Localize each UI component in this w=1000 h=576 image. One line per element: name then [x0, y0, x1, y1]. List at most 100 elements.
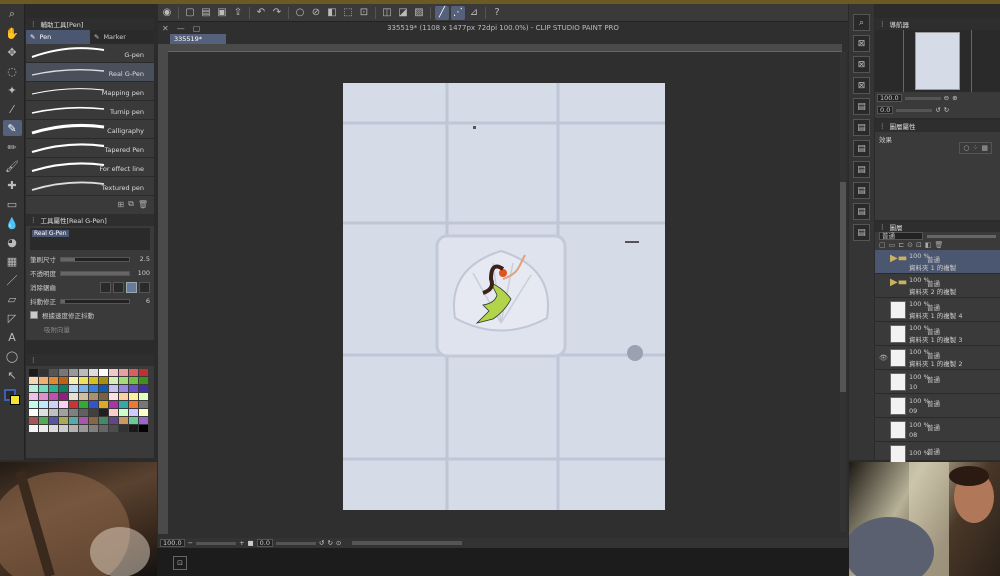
color-swatch[interactable] [139, 377, 148, 384]
effect-tone-icon[interactable]: ⁘ [973, 144, 979, 152]
color-swatch[interactable] [29, 409, 38, 416]
snap-ruler-icon[interactable]: ╱ [435, 5, 449, 20]
move-icon[interactable]: ✥ [3, 44, 22, 60]
lock-icon[interactable]: ⊡ [357, 6, 371, 20]
color-swatch[interactable] [119, 377, 128, 384]
document-tab[interactable]: 335519* [170, 34, 226, 44]
color-swatch[interactable] [69, 425, 78, 432]
visibility-eye-icon[interactable] [879, 330, 887, 338]
color-swatch[interactable] [109, 425, 118, 432]
blend-icon[interactable]: 💧 [3, 215, 22, 231]
navigator-zoom-in-icon[interactable]: ⊕ [952, 94, 957, 102]
clip-icon[interactable]: ⊏ [898, 241, 904, 249]
fit-icon[interactable]: ■ [248, 539, 254, 547]
color-swatch[interactable] [119, 425, 128, 432]
color-swatch[interactable] [39, 377, 48, 384]
antialias-weak-icon[interactable] [113, 281, 124, 293]
color-swatch[interactable] [139, 385, 148, 392]
color-swatch[interactable] [29, 393, 38, 400]
layer-opacity-slider[interactable] [927, 234, 996, 238]
color-swatch[interactable] [139, 393, 148, 400]
zoom-out-icon[interactable]: − [188, 539, 193, 547]
color-swatch[interactable] [29, 369, 38, 376]
circle-select-icon[interactable]: ○ [293, 6, 307, 20]
pen-icon[interactable]: ✎ [2, 120, 22, 136]
checkbox-icon[interactable] [30, 311, 38, 319]
color-swatch[interactable] [79, 393, 88, 400]
color-swatch[interactable] [119, 385, 128, 392]
color-swatch[interactable] [89, 417, 98, 424]
new-folder-icon[interactable]: ▭ [889, 241, 896, 249]
color-swatch[interactable] [129, 425, 138, 432]
opacity-slider[interactable] [60, 270, 130, 276]
rotate-right-icon[interactable]: ↻ [327, 539, 332, 547]
color-swatch[interactable] [99, 409, 108, 416]
color-swatch[interactable] [69, 393, 78, 400]
color-swatch[interactable] [79, 401, 88, 408]
color-swatch[interactable] [29, 385, 38, 392]
navigator-zoom-field[interactable]: 100.0 [877, 94, 902, 102]
horizontal-scrollbar[interactable] [352, 541, 463, 545]
stabilization-slider[interactable] [60, 298, 130, 304]
layer-row[interactable]: 👁 100 % 資料夾 1 的複製 2 普通 [875, 346, 1000, 370]
delete-layer-icon[interactable]: 🗑 [935, 241, 944, 249]
color-swatch[interactable] [59, 385, 68, 392]
color-swatch[interactable] [119, 401, 128, 408]
zoom-slider[interactable] [196, 541, 237, 545]
color-swatch[interactable] [69, 409, 78, 416]
delete-subtool-icon[interactable]: 🗑 [138, 200, 148, 209]
main-color-swatch[interactable] [3, 388, 21, 406]
invert-selection-icon[interactable]: ▨ [412, 6, 426, 20]
color-swatch[interactable] [29, 417, 38, 424]
panel-j-icon[interactable]: ▤ [853, 224, 870, 241]
balloon-icon[interactable]: ◯ [3, 348, 22, 364]
color-swatch[interactable] [89, 409, 98, 416]
visibility-eye-icon[interactable] [879, 378, 887, 386]
reset-rotation-icon[interactable]: ⊙ [336, 539, 341, 547]
select-all-icon[interactable]: ◫ [380, 6, 394, 20]
vertical-scrollbar-thumb[interactable] [840, 182, 846, 392]
help-icon[interactable]: ? [490, 6, 504, 20]
save-icon[interactable]: ▣ [215, 6, 229, 20]
antialias-none-icon[interactable] [100, 281, 111, 293]
eraser-icon[interactable]: ▭ [3, 196, 22, 212]
color-swatch[interactable] [139, 409, 148, 416]
color-swatch[interactable] [49, 369, 58, 376]
zoom-icon[interactable]: ⌕ [3, 6, 22, 22]
snap-grid-icon[interactable]: ⊿ [467, 6, 481, 20]
color-swatch[interactable] [49, 393, 58, 400]
color-swatch[interactable] [39, 409, 48, 416]
antialias-medium-icon[interactable] [126, 281, 137, 293]
color-swatch[interactable] [129, 417, 138, 424]
redo-icon[interactable]: ↷ [270, 6, 284, 20]
navigator-preview[interactable] [875, 30, 1000, 92]
color-swatch[interactable] [129, 369, 138, 376]
color-swatch[interactable] [99, 385, 108, 392]
lasso-icon[interactable]: ◌ [3, 63, 22, 79]
color-swatch[interactable] [59, 401, 68, 408]
color-swatch[interactable] [89, 369, 98, 376]
color-swatch[interactable] [89, 393, 98, 400]
frame-icon[interactable]: ▱ [3, 291, 22, 307]
color-swatch[interactable] [79, 425, 88, 432]
color-swatch[interactable] [59, 393, 68, 400]
color-swatch[interactable] [129, 377, 138, 384]
panel-a-icon[interactable]: ⊠ [853, 35, 870, 52]
visibility-eye-icon[interactable] [879, 450, 887, 458]
layer-row[interactable]: ▶▬ 100 % 資料夾 2 的複製 普通 [875, 274, 1000, 298]
panel-b-icon[interactable]: ⊠ [853, 56, 870, 73]
color-swatch[interactable] [89, 385, 98, 392]
panel-g-icon[interactable]: ▤ [853, 161, 870, 178]
brush-item-turnip-pen[interactable]: Turnip pen [26, 101, 154, 120]
panel-i-icon[interactable]: ▤ [853, 203, 870, 220]
fill-selection-icon[interactable]: ◧ [325, 6, 339, 20]
visibility-eye-icon[interactable]: 👁 [879, 354, 888, 362]
panel-d-icon[interactable]: ▤ [853, 98, 870, 115]
magic-wand-icon[interactable]: ✦ [3, 82, 22, 98]
zoom-field[interactable]: 100.0 [160, 539, 185, 547]
color-swatch[interactable] [109, 385, 118, 392]
color-swatch[interactable] [139, 369, 148, 376]
color-swatch[interactable] [119, 369, 128, 376]
color-swatch[interactable] [109, 401, 118, 408]
brush-item-for-effect-line[interactable]: For effect line [26, 158, 154, 177]
